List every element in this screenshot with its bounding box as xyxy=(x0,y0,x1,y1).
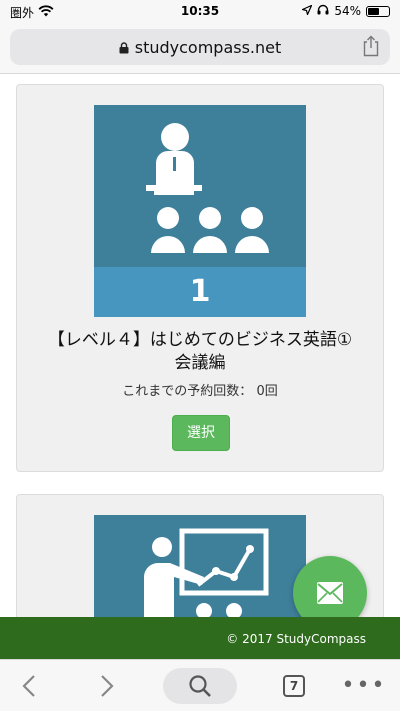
battery-percent: 54% xyxy=(334,4,361,18)
battery-icon xyxy=(366,5,390,17)
back-button[interactable] xyxy=(14,668,44,704)
location-arrow-icon xyxy=(300,4,314,18)
back-icon xyxy=(22,675,35,697)
reservation-count-value: 0回 xyxy=(256,384,278,399)
battery-fill xyxy=(368,7,379,15)
select-button[interactable]: 選択 xyxy=(172,415,230,451)
lesson-card: 1 【レベル４】はじめてのビジネス英語① 会議編 これまでの予約回数： 0回 選… xyxy=(16,84,384,472)
more-button[interactable]: ••• xyxy=(342,668,385,704)
headphones-icon xyxy=(317,4,329,18)
more-icon: ••• xyxy=(341,673,387,698)
url-display[interactable]: studycompass.net xyxy=(10,38,390,57)
mail-icon xyxy=(317,582,343,604)
forward-icon xyxy=(101,675,114,697)
url-text: studycompass.net xyxy=(134,38,282,57)
lesson-thumbnail[interactable] xyxy=(94,515,306,617)
reservation-count-label: これまでの予約回数： xyxy=(122,384,253,399)
address-bar[interactable]: studycompass.net xyxy=(10,29,390,65)
reservation-count-row: これまでの予約回数： 0回 xyxy=(17,380,383,399)
footer: © 2017 StudyCompass xyxy=(0,617,400,659)
page-content: 1 【レベル４】はじめてのビジネス英語① 会議編 これまでの予約回数： 0回 選… xyxy=(0,75,400,617)
lesson-number: 1 xyxy=(189,274,211,309)
copyright-text: © 2017 StudyCompass xyxy=(226,632,366,646)
presenter-chart-icon xyxy=(144,528,269,617)
status-bar: 圏外 10:35 54% xyxy=(0,0,400,22)
presenter-audience-icon xyxy=(146,123,269,253)
lesson-thumbnail[interactable]: 1 xyxy=(94,105,306,317)
tabs-icon: 7 xyxy=(283,675,305,697)
lesson-title[interactable]: 【レベル４】はじめてのビジネス英語① 会議編 xyxy=(37,329,369,375)
share-icon[interactable] xyxy=(362,35,380,57)
browser-header: studycompass.net xyxy=(0,22,400,74)
search-button[interactable] xyxy=(163,668,237,704)
forward-button[interactable] xyxy=(92,668,122,704)
tabs-button[interactable]: 7 xyxy=(279,668,309,704)
search-icon xyxy=(189,675,211,697)
status-right: 54% xyxy=(300,4,390,18)
browser-toolbar: 7 ••• xyxy=(0,659,400,711)
lock-icon xyxy=(119,39,129,54)
